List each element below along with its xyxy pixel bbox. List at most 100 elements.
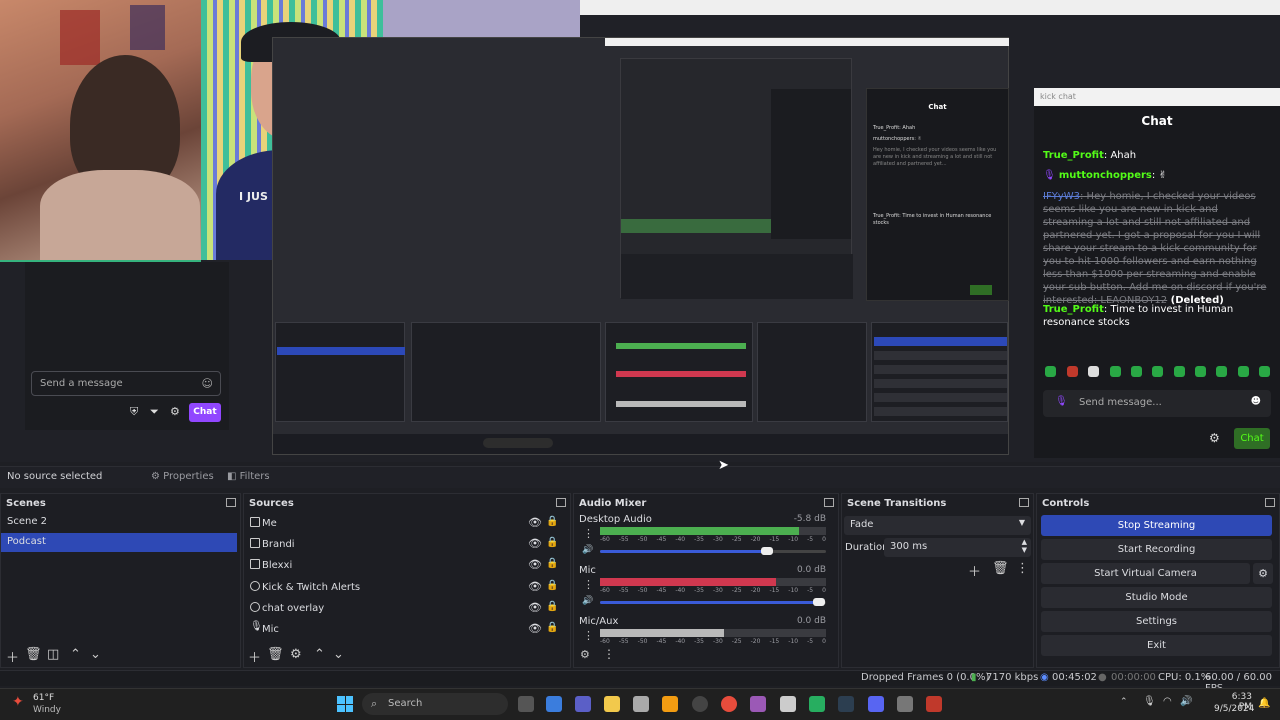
more-icon[interactable]: ⋮: [1016, 561, 1029, 576]
source-item[interactable]: Kick & Twitch Alerts 👁 🔒: [248, 578, 558, 598]
lock-icon[interactable]: 🔒: [546, 580, 558, 591]
chevron-up-icon[interactable]: ⌃: [314, 647, 325, 662]
chrome-icon[interactable]: [721, 696, 737, 712]
app-icon[interactable]: [750, 696, 766, 712]
trash-icon[interactable]: 🗑: [992, 561, 1009, 576]
popout-icon[interactable]: [1265, 498, 1275, 507]
volume-icon[interactable]: 🔊: [1180, 696, 1192, 707]
file-explorer-icon[interactable]: [604, 696, 620, 712]
emote-icon[interactable]: [1174, 366, 1185, 377]
shield-icon[interactable]: ⛨: [130, 405, 138, 419]
emote-icon[interactable]: [1152, 366, 1163, 377]
popout-icon[interactable]: [226, 498, 236, 507]
scene-item[interactable]: Podcast: [1, 533, 237, 552]
eye-icon[interactable]: 👁: [528, 622, 542, 635]
trash-icon[interactable]: 🗑: [267, 647, 284, 662]
emote-icon[interactable]: [1110, 366, 1121, 377]
weather-temp[interactable]: 61°F: [33, 693, 54, 703]
popout-icon[interactable]: [1019, 498, 1029, 507]
chat-username[interactable]: muttonchoppers: [1059, 170, 1152, 181]
chevron-up-icon[interactable]: ⌃: [70, 647, 81, 662]
emoji-icon[interactable]: ☺: [202, 377, 213, 390]
gear-icon[interactable]: ⚙: [170, 405, 180, 418]
eye-icon[interactable]: 👁: [528, 558, 542, 571]
eye-icon[interactable]: 👁: [528, 516, 542, 529]
start-recording-button[interactable]: Start Recording: [1041, 539, 1272, 560]
app-icon[interactable]: [926, 696, 942, 712]
volume-slider-knob[interactable]: [761, 547, 774, 555]
emote-icon[interactable]: [1088, 366, 1099, 377]
emote-icon[interactable]: [1131, 366, 1142, 377]
settings-button[interactable]: Settings: [1041, 611, 1272, 632]
add-icon[interactable]: ＋: [248, 647, 261, 666]
xbox-icon[interactable]: [809, 696, 825, 712]
windows-start-icon[interactable]: [337, 696, 353, 712]
discord-icon[interactable]: [868, 696, 884, 712]
emote-icon[interactable]: [1045, 366, 1056, 377]
more-icon[interactable]: ⋮: [603, 647, 615, 661]
add-icon[interactable]: ＋: [6, 647, 19, 666]
app-icon[interactable]: [780, 696, 796, 712]
source-item[interactable]: chat overlay 👁 🔒: [248, 599, 558, 619]
stop-streaming-button[interactable]: Stop Streaming: [1041, 515, 1272, 536]
volume-slider[interactable]: [600, 547, 826, 555]
eye-icon[interactable]: 👁: [528, 537, 542, 550]
microphone-icon[interactable]: 🎙: [1143, 696, 1156, 707]
popout-icon[interactable]: [824, 498, 834, 507]
chat-username[interactable]: True_Profit: [1043, 304, 1104, 315]
mixer-settings-icon[interactable]: ⚙: [580, 648, 590, 661]
filter-icon[interactable]: ⏷: [150, 405, 159, 419]
filters-button[interactable]: ◧ Filters: [221, 469, 276, 484]
steam-icon[interactable]: [838, 696, 854, 712]
teams-icon[interactable]: [575, 696, 591, 712]
chevron-down-icon[interactable]: ⌄: [333, 647, 344, 662]
kick-chat-button[interactable]: Chat: [1234, 428, 1270, 449]
start-virtual-camera-button[interactable]: Start Virtual Camera: [1041, 563, 1250, 584]
obs-icon[interactable]: [692, 696, 708, 712]
twitch-message-input[interactable]: Send a message ☺: [31, 371, 221, 396]
chevron-up-icon[interactable]: ⌃: [1120, 697, 1128, 707]
exit-button[interactable]: Exit: [1041, 635, 1272, 656]
scene-item[interactable]: Scene 2: [1, 513, 237, 532]
chevron-down-icon[interactable]: ⌄: [90, 647, 101, 662]
studio-mode-button[interactable]: Studio Mode: [1041, 587, 1272, 608]
more-icon[interactable]: ⋮: [583, 527, 594, 540]
more-icon[interactable]: ⋮: [583, 629, 594, 642]
emoji-icon[interactable]: ☻: [1251, 396, 1261, 407]
transition-select[interactable]: Fade ▼: [844, 516, 1031, 535]
speaker-icon[interactable]: 🔊: [582, 596, 593, 606]
wifi-icon[interactable]: ◠: [1163, 696, 1172, 707]
volume-slider[interactable]: [600, 598, 826, 606]
source-item[interactable]: Blexxi 👁 🔒: [248, 556, 558, 576]
eye-icon[interactable]: 👁: [528, 601, 542, 614]
gear-icon[interactable]: ⚙: [290, 647, 302, 662]
source-item[interactable]: 🎙 Mic 👁 🔒: [248, 620, 558, 640]
more-icon[interactable]: ⋮: [583, 578, 594, 591]
emote-icon[interactable]: [1195, 366, 1206, 377]
emote-icon[interactable]: [1067, 366, 1078, 377]
properties-button[interactable]: ⚙ Properties: [145, 469, 220, 484]
filter-icon[interactable]: ◫: [47, 647, 59, 662]
stepper-icon[interactable]: ▲ ▼: [1022, 538, 1027, 554]
kick-message-input[interactable]: 🎙 Send message... ☻: [1043, 390, 1271, 417]
weather-icon[interactable]: ✦: [12, 694, 24, 710]
twitch-chat-button[interactable]: Chat: [189, 403, 221, 422]
chat-username[interactable]: IFYyW3: [1043, 191, 1080, 202]
lock-icon[interactable]: 🔒: [546, 622, 558, 633]
duration-input[interactable]: 300 ms ▲ ▼: [884, 538, 1031, 557]
source-item[interactable]: Brandi 👁 🔒: [248, 535, 558, 555]
vlc-icon[interactable]: [662, 696, 678, 712]
eye-icon[interactable]: 👁: [528, 580, 542, 593]
emote-icon[interactable]: [1259, 366, 1270, 377]
chat-username[interactable]: True_Profit: [1043, 150, 1104, 161]
virtual-camera-settings-button[interactable]: ⚙: [1253, 563, 1273, 584]
copilot-icon[interactable]: [546, 696, 562, 712]
lock-icon[interactable]: 🔒: [546, 601, 558, 612]
emote-icon[interactable]: [1216, 366, 1227, 377]
popout-icon[interactable]: [556, 498, 566, 507]
taskbar-search[interactable]: ⌕ Search: [362, 693, 508, 715]
speaker-icon[interactable]: 🔊: [582, 545, 593, 555]
add-icon[interactable]: ＋: [968, 561, 981, 580]
emote-icon[interactable]: [1238, 366, 1249, 377]
app-icon[interactable]: [633, 696, 649, 712]
